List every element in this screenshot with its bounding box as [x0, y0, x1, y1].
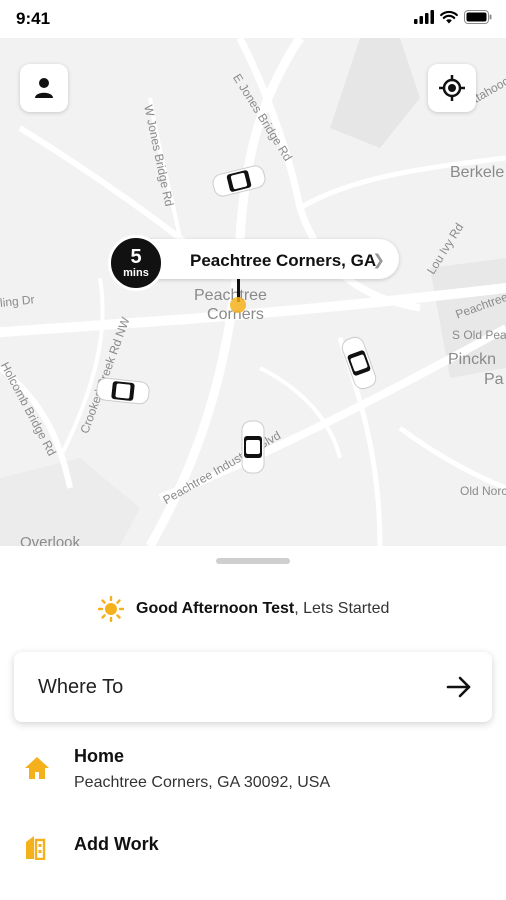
saved-place-add-work[interactable]: Add Work: [0, 830, 506, 870]
area-label-berkeley: Berkele: [450, 164, 505, 181]
drag-handle[interactable]: [216, 558, 290, 564]
status-bar: 9:41: [0, 0, 506, 38]
arrow-right-icon[interactable]: [446, 675, 472, 699]
pickup-location-pill[interactable]: Peachtree Corners, GA ❯ 5 mins: [108, 235, 399, 291]
wifi-icon: [440, 10, 458, 24]
battery-icon: [464, 10, 492, 24]
car-icon: [241, 420, 265, 474]
street-label: Overlook: [20, 534, 81, 546]
person-icon: [35, 78, 53, 98]
greeting: Good Afternoon Test, Lets Started: [98, 596, 389, 622]
pickup-pin-icon: [230, 297, 246, 313]
street-label: Old Norcross: [460, 484, 506, 498]
profile-button[interactable]: [20, 64, 68, 112]
chevron-right-icon: ❯: [372, 252, 385, 269]
greeting-rest: , Lets Started: [294, 600, 390, 617]
eta-badge: 5 mins: [108, 235, 164, 291]
status-time: 9:41: [16, 9, 51, 28]
crosshair-icon: [439, 75, 465, 101]
car-icon: [96, 377, 150, 405]
where-to-input[interactable]: Where To: [14, 652, 492, 722]
status-icons: [414, 10, 492, 24]
place-address: Peachtree Corners, GA 30092, USA: [74, 774, 331, 791]
area-label-pinckneyville: Pinckn Pa: [448, 351, 504, 388]
eta-value: 5: [130, 246, 142, 268]
greeting-bold: Good Afternoon Test: [136, 600, 295, 617]
place-title: Home: [74, 746, 125, 766]
greeting-text: Good Afternoon Test, Lets Started: [136, 600, 389, 618]
where-to-placeholder: Where To: [38, 676, 124, 698]
saved-place-home[interactable]: Home Peachtree Corners, GA 30092, USA: [0, 742, 506, 806]
bottom-sheet: Good Afternoon Test, Lets Started Where …: [0, 546, 506, 900]
sun-icon: [98, 596, 124, 622]
pill-body: Peachtree Corners, GA ❯: [128, 239, 399, 279]
eta-unit: mins: [123, 267, 149, 279]
work-icon: [26, 836, 46, 860]
signal-icon: [414, 10, 434, 24]
street-label: S Old Peachtree: [452, 328, 506, 342]
locate-button[interactable]: [428, 64, 476, 112]
pickup-location-label: Peachtree Corners, GA: [190, 251, 377, 270]
home-icon: [25, 757, 49, 779]
place-title: Add Work: [74, 834, 159, 854]
map-view[interactable]: W Jones Bridge Rd E Jones Bridge Rd Lou …: [0, 38, 506, 546]
